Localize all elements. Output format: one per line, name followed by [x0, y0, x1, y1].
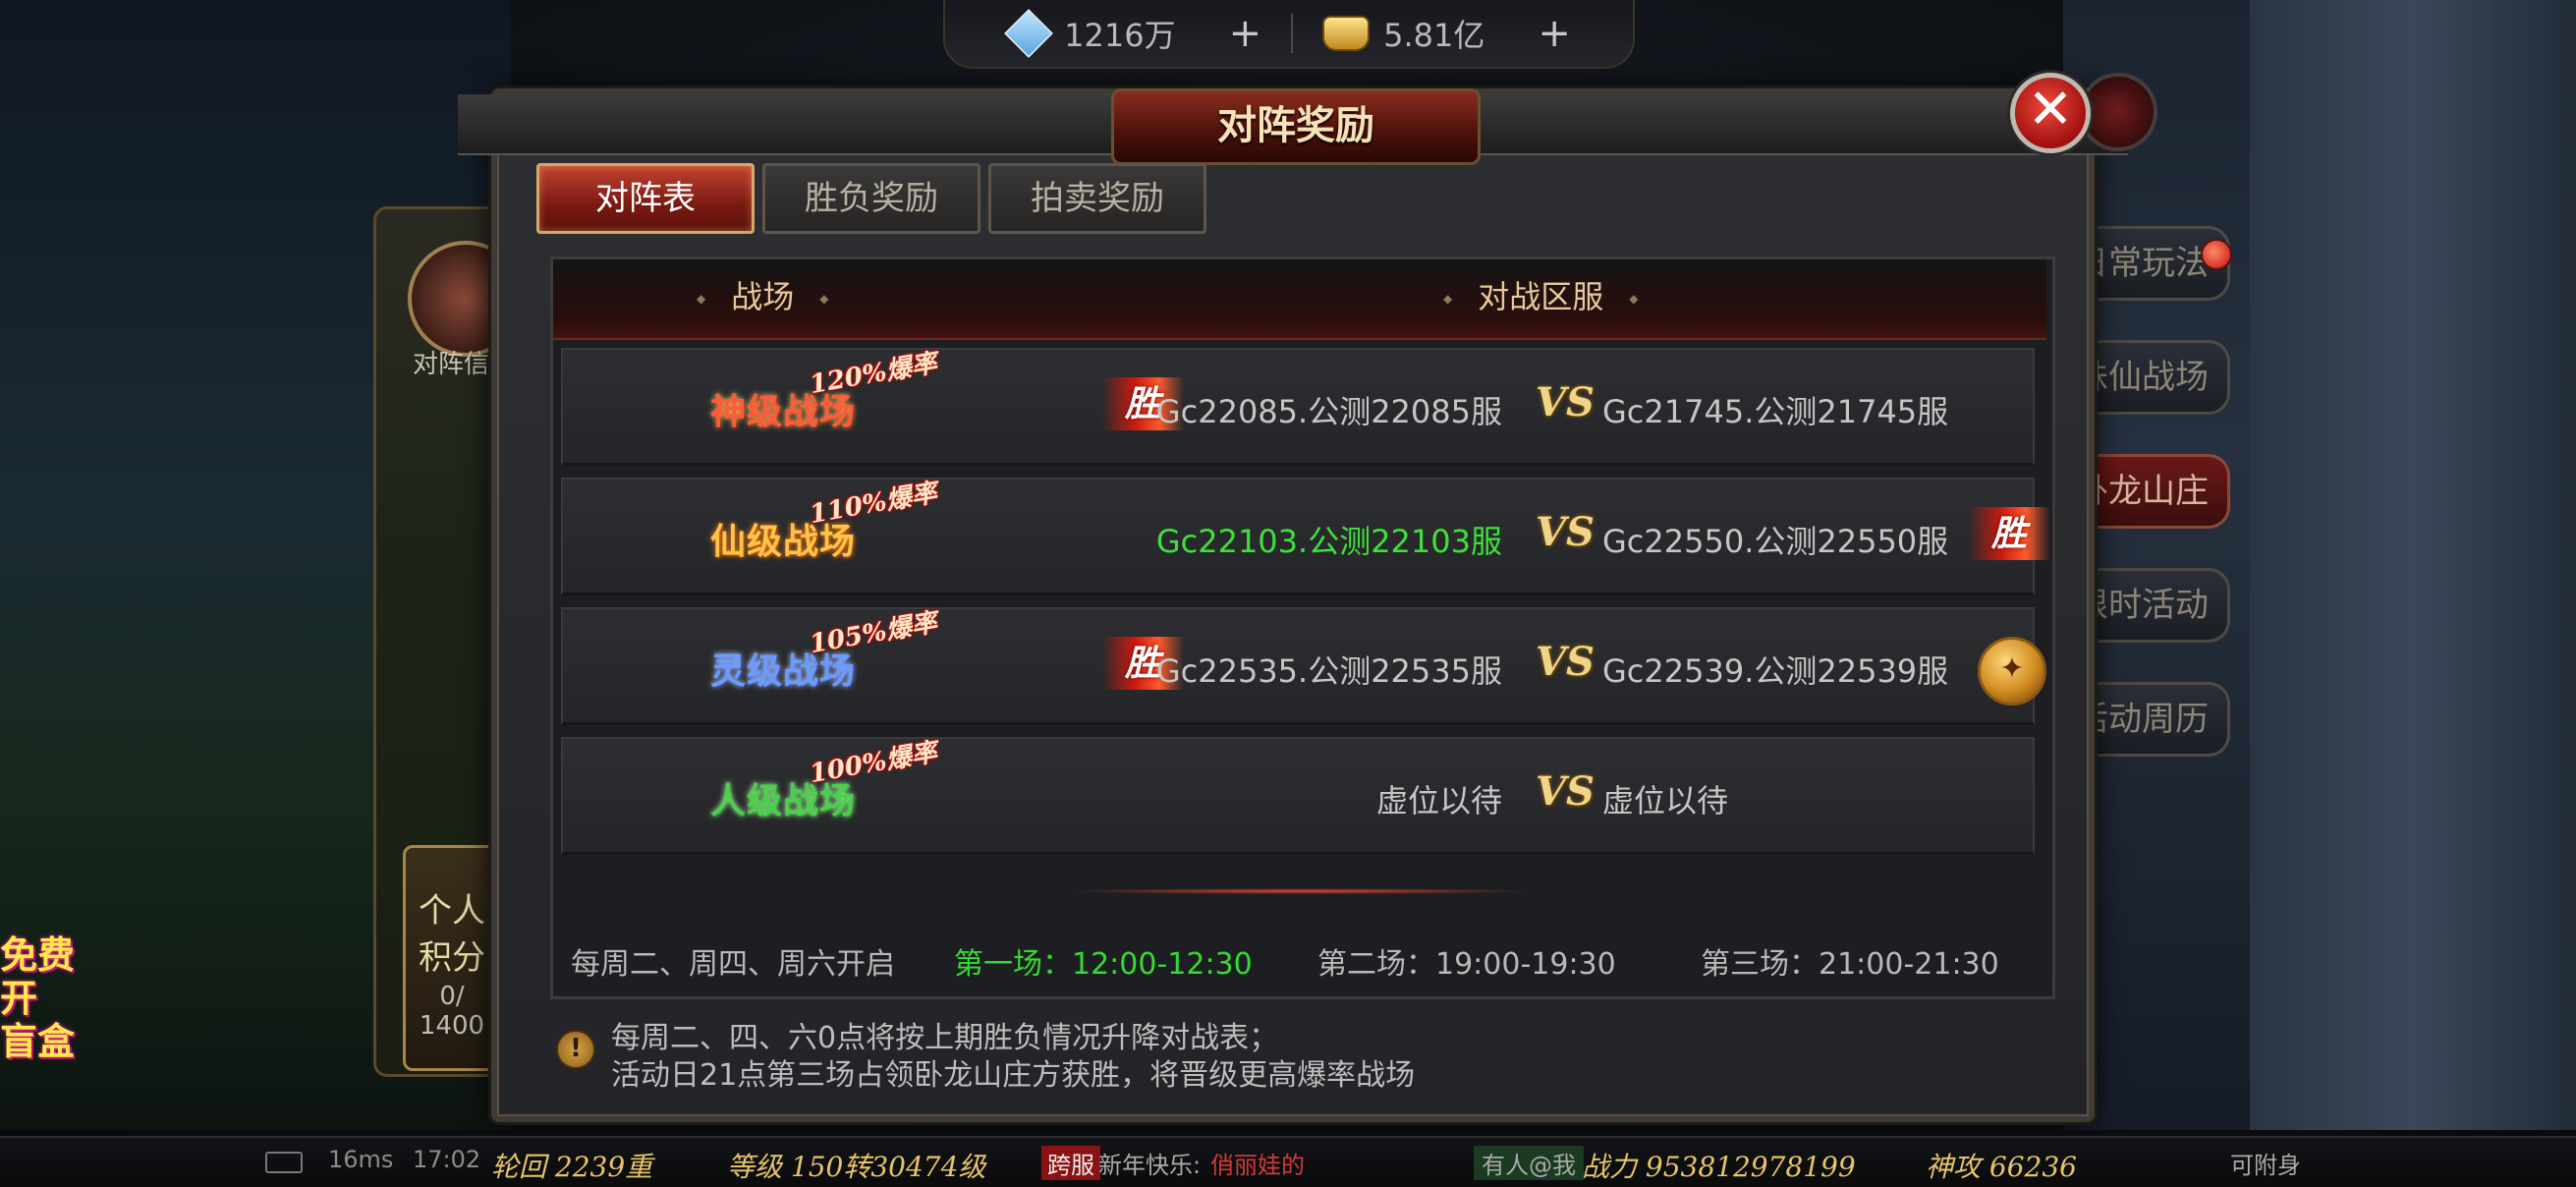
close-icon-shadow	[2079, 73, 2157, 151]
vs-icon: VS	[1536, 768, 1595, 815]
chat-text[interactable]: 新年快乐:	[1098, 1146, 1201, 1180]
notice-line-2: 活动日21点第三场占领卧龙山庄方获胜，将晋级更高爆率战场	[611, 1058, 1416, 1093]
add-gold-button[interactable]: +	[1538, 11, 1571, 56]
notice-line-1: 每周二、四、六0点将按上期胜负情况升降对战表；	[611, 1021, 1279, 1055]
dialog-title: 对阵奖励	[1111, 88, 1481, 165]
gold-amount: 5.81亿	[1383, 17, 1485, 54]
header-arena: 战场	[671, 259, 854, 336]
attach-button[interactable]: 可附身	[2230, 1146, 2301, 1180]
tab-matchup-table[interactable]: 对阵表	[536, 163, 755, 234]
tab-win-loss-rewards[interactable]: 胜负奖励	[762, 163, 980, 234]
chat-player-name[interactable]: 俏丽娃的	[1210, 1146, 1305, 1180]
tab-bar: 对阵表 胜负奖励 拍卖奖励	[536, 163, 1206, 234]
personal-score-panel: 个人 积分 0/ 1400	[403, 845, 501, 1071]
free-blind-box-promo[interactable]: 免费 开 盲盒	[0, 933, 79, 1081]
right-server: Gc22539.公测22539服	[1602, 652, 1949, 690]
notification-dot	[2201, 239, 2232, 270]
left-server: Gc22103.公测22103服	[1155, 523, 1502, 560]
diamond-resource: 1216万 +	[1004, 9, 1262, 58]
schedule-third-round: 第三场：21:00-21:30	[1701, 947, 1999, 982]
gold-resource: 5.81亿 +	[1322, 11, 1571, 56]
personal-label-2: 积分	[419, 938, 485, 978]
gold-ingot-icon	[1322, 16, 1371, 51]
bottom-status-bar: 16ms 17:02 轮回 2239重 等级 150转30474级 跨服 新年快…	[0, 1136, 2576, 1187]
close-button[interactable]: ✕	[2010, 73, 2091, 153]
matchup-rewards-dialog: 对阵奖励 ✕ 对阵表 胜负奖励 拍卖奖励 战场 对战区服 神级战场 120%爆率…	[458, 73, 2157, 1122]
clock: 17:02	[413, 1146, 481, 1173]
table-row: 仙级战场 110%爆率 Gc22103.公测22103服 VS Gc22550.…	[561, 478, 2050, 595]
personal-score: 0/	[439, 982, 465, 1011]
vs-icon: VS	[1536, 639, 1595, 685]
header-servers: 对战区服	[1418, 259, 1663, 336]
promo-line-2: 开	[0, 977, 38, 1020]
ping: 16ms	[328, 1146, 394, 1173]
diamond-icon	[1004, 9, 1054, 58]
personal-total: 1400	[419, 1011, 485, 1041]
tab-auction-rewards[interactable]: 拍卖奖励	[988, 163, 1206, 234]
personal-label-1: 个人	[419, 891, 485, 931]
resource-divider	[1291, 14, 1294, 53]
combat-power-stat: 战力 953812978199	[1582, 1151, 1856, 1183]
promo-line-3: 盲盒	[0, 1020, 76, 1063]
table-header: 战场 对战区服	[553, 259, 2046, 340]
info-icon: !	[556, 1030, 595, 1069]
background-pillar	[2250, 0, 2576, 1130]
drop-rate-badge: 105%爆率	[807, 607, 940, 660]
left-server: Gc22535.公测22535服	[1155, 652, 1502, 690]
schedule-first-round: 第一场：12:00-12:30	[954, 947, 1253, 982]
notice-text: 每周二、四、六0点将按上期胜负情况升降对战表； 活动日21点第三场占领卧龙山庄方…	[611, 1020, 1415, 1095]
right-server: 虚位以待	[1602, 782, 1729, 820]
drop-rate-badge: 100%爆率	[807, 737, 940, 790]
vs-icon: VS	[1536, 379, 1595, 425]
left-server: 虚位以待	[1375, 782, 1502, 820]
medal-icon: ✦	[1978, 637, 2046, 706]
add-diamond-button[interactable]: +	[1229, 11, 1262, 56]
drop-rate-badge: 120%爆率	[807, 348, 940, 401]
win-badge-icon: 胜	[1968, 507, 2050, 560]
battery-icon	[265, 1152, 303, 1173]
divine-attack-stat: 神攻 66236	[1926, 1151, 2077, 1183]
mention-button[interactable]: 有人@我	[1474, 1146, 1584, 1180]
schedule-open-days: 每周二、周四、周六开启	[571, 947, 895, 982]
resource-bar: 1216万 + 5.81亿 +	[943, 0, 1635, 69]
table-row: 神级战场 120%爆率 胜 Gc22085.公测22085服 VS Gc2174…	[561, 348, 2035, 466]
drop-rate-badge: 110%爆率	[807, 478, 940, 531]
right-server: Gc21745.公测21745服	[1602, 393, 1949, 430]
schedule-second-round: 第二场：19:00-19:30	[1317, 947, 1616, 982]
promo-line-1: 免费	[0, 933, 76, 977]
right-server: Gc22550.公测22550服	[1602, 523, 1949, 560]
cross-server-badge: 跨服	[1041, 1146, 1100, 1180]
level-stat: 等级 150转30474级	[727, 1151, 986, 1183]
table-row: 人级战场 100%爆率 虚位以待 VS 虚位以待	[561, 737, 2035, 855]
reincarnation-stat: 轮回 2239重	[491, 1151, 653, 1183]
vs-icon: VS	[1536, 509, 1595, 555]
table-row: 灵级战场 105%爆率 胜 Gc22535.公测22535服 VS Gc2253…	[561, 607, 2046, 725]
matchup-table-panel: 战场 对战区服 神级战场 120%爆率 胜 Gc22085.公测22085服 V…	[550, 256, 2055, 999]
matchup-info-label: 对阵信	[413, 350, 490, 379]
glow-divider	[1064, 888, 1536, 894]
diamond-amount: 1216万	[1064, 17, 1176, 54]
left-server: Gc22085.公测22085服	[1155, 393, 1502, 430]
